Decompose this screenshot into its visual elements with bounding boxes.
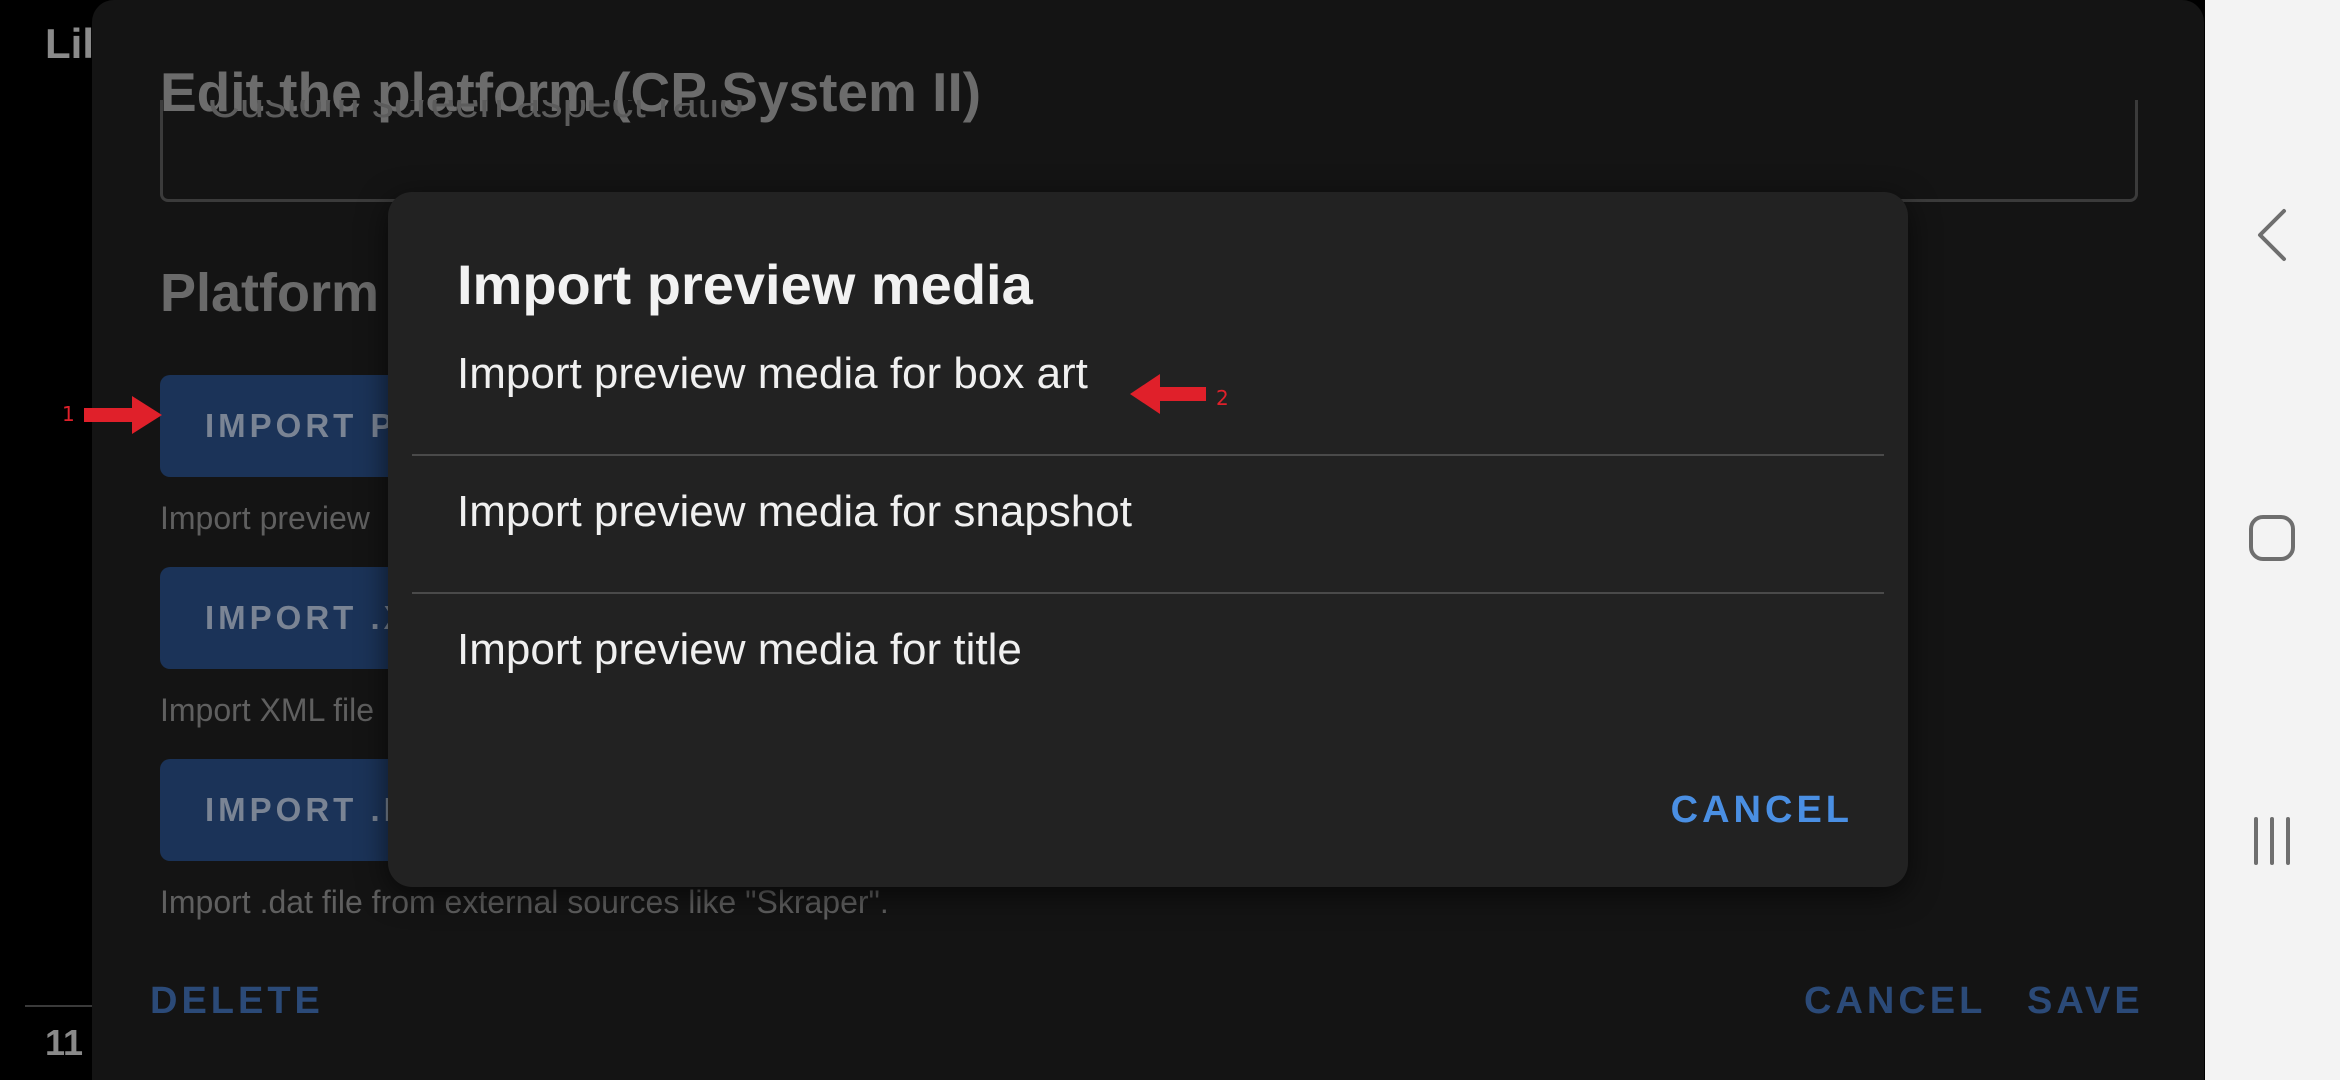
panel-cancel-button[interactable]: CANCEL [1804,980,1986,1023]
system-navigation-bar [2205,0,2340,1080]
nav-back-button[interactable] [2227,190,2317,280]
nav-home-button[interactable] [2227,493,2317,583]
delete-platform-button[interactable]: DELETE [150,980,324,1023]
option-title[interactable]: Import preview media for title [412,581,1874,719]
dialog-cancel-button[interactable]: CANCEL [1671,789,1853,832]
annotation-arrow-left-icon [1130,374,1206,414]
annotation-number-1: 1 [62,402,75,426]
back-icon [2258,209,2286,261]
aspect-ratio-field[interactable]: Custom screen aspect ratio [160,100,2138,202]
panel-save-button[interactable]: SAVE [2027,980,2144,1023]
screen: Lil 11 Edit the platform (CP System II) … [0,0,2340,1080]
import-preview-help: Import preview [160,500,370,536]
option-snapshot[interactable]: Import preview media for snapshot [412,443,1874,581]
import-dat-help: Import .dat file from external sources l… [160,884,889,920]
annotation-number-2: 2 [1216,386,1229,410]
home-icon [2249,515,2295,561]
nav-recents-button[interactable] [2227,796,2317,886]
platform-section-heading: Platform [160,263,380,323]
import-xml-help: Import XML file [160,692,374,728]
background-divider [25,1005,95,1007]
background-library-label: Lil [45,20,94,67]
import-preview-media-dialog: Import preview media Import preview medi… [388,192,1908,887]
recents-icon [2254,817,2290,865]
background-count-label: 11 [45,1022,84,1063]
aspect-ratio-placeholder: Custom screen aspect ratio [208,100,744,127]
annotation-arrow-right-icon [84,396,162,434]
